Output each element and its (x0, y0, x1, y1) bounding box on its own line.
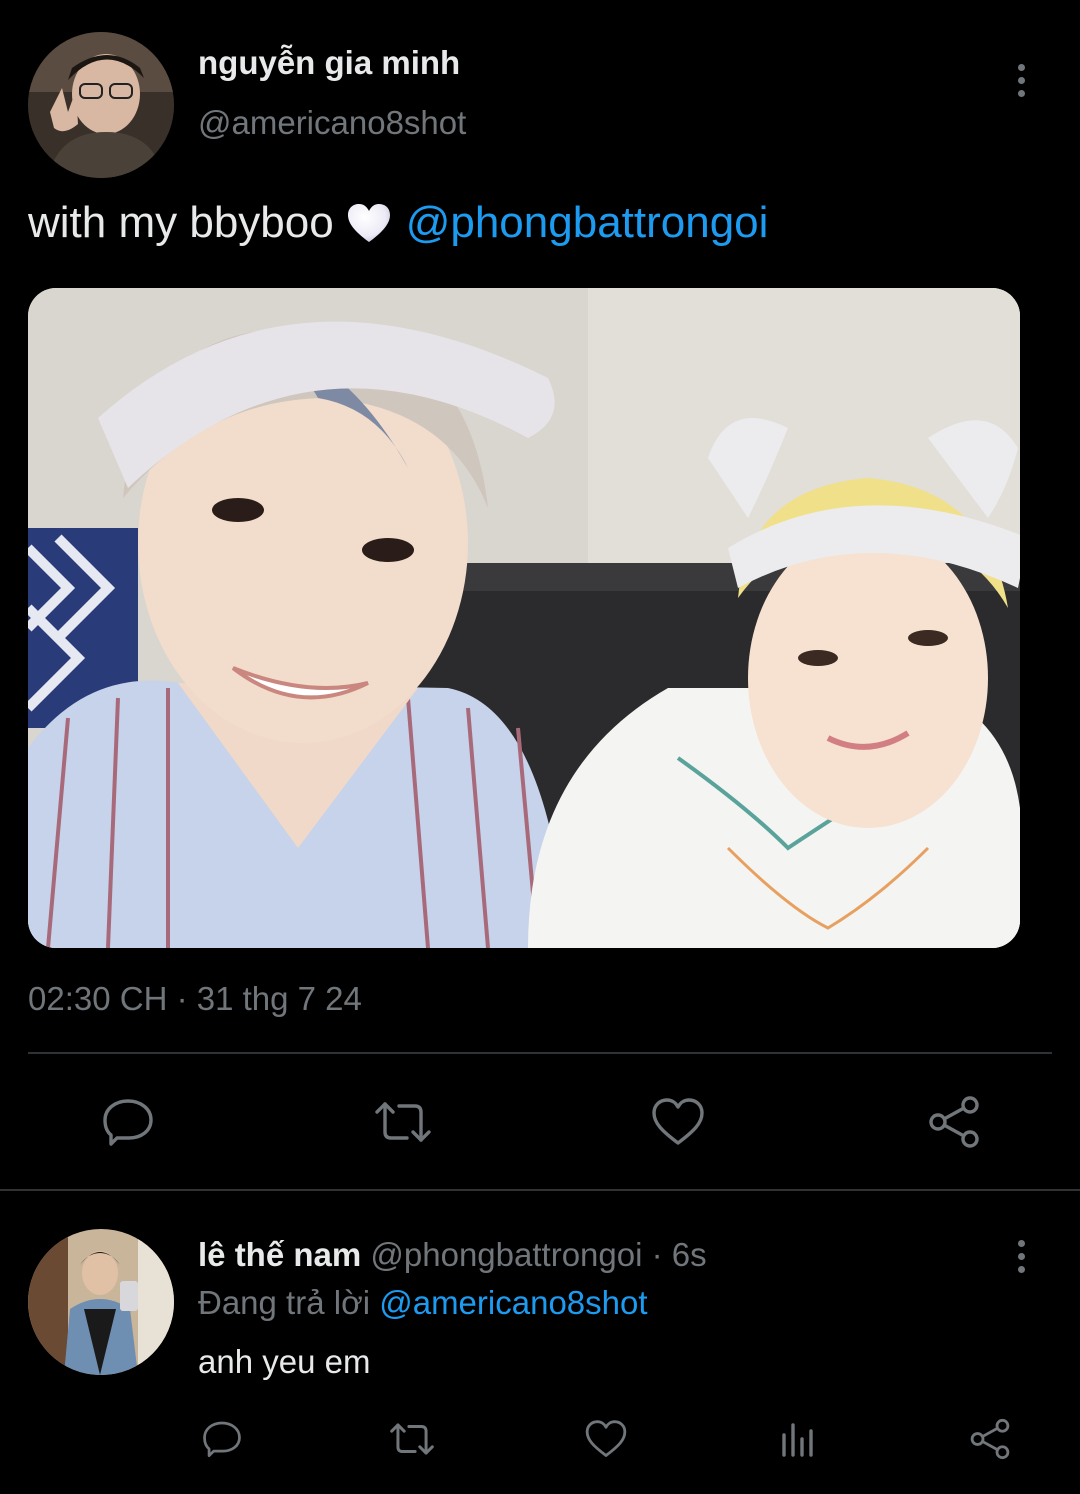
reply-like-button[interactable] (580, 1416, 632, 1462)
section-divider (0, 1189, 1080, 1191)
reply-analytics-button[interactable] (772, 1416, 824, 1462)
tweet-timestamp[interactable]: 02:30 CH · 31 thg 7 24 (28, 980, 362, 1018)
more-dot-icon (1017, 63, 1025, 71)
more-dot-icon (1017, 76, 1025, 84)
share-button[interactable] (922, 1090, 986, 1154)
divider (28, 1052, 1052, 1054)
author-handle[interactable]: @americano8shot (198, 104, 466, 142)
more-dot-icon (1017, 1239, 1025, 1247)
retweet-icon (390, 1423, 434, 1455)
reply-header: lê thế nam @phongbattrongoi · 6s (198, 1236, 707, 1274)
analytics-icon (782, 1423, 813, 1457)
reply-author-name[interactable]: lê thế nam (198, 1236, 361, 1273)
replying-to-mention[interactable]: @americano8shot (379, 1284, 647, 1321)
retweet-button[interactable] (368, 1090, 438, 1154)
more-dot-icon (1017, 1252, 1025, 1260)
like-icon (652, 1098, 704, 1145)
tweet-photo-image (28, 288, 1020, 948)
white-heart-icon (346, 202, 392, 244)
share-icon (929, 1096, 979, 1148)
tweet-photo[interactable] (28, 288, 1020, 948)
tweet-body: with my bbyboo @phongbattrongoi (28, 198, 768, 248)
reply-icon (203, 1421, 241, 1458)
reply-more-options-button[interactable] (1001, 1234, 1041, 1278)
like-button[interactable] (646, 1090, 710, 1154)
reply-text: anh yeu em (198, 1343, 371, 1380)
author-avatar[interactable] (28, 32, 174, 178)
reply-retweet-button[interactable] (384, 1416, 440, 1462)
reply-separator: · (651, 1236, 663, 1273)
reply-author-avatar-image (28, 1229, 174, 1375)
reply-button[interactable] (96, 1090, 160, 1154)
retweet-icon (375, 1102, 431, 1142)
more-dot-icon (1017, 1265, 1025, 1273)
reply-author-avatar[interactable] (28, 1229, 174, 1375)
reply-author-handle[interactable]: @phongbattrongoi (370, 1236, 642, 1273)
share-icon (970, 1418, 1010, 1460)
replying-to-label: Đang trả lời (198, 1284, 371, 1321)
reply-icon (103, 1099, 153, 1146)
author-name[interactable]: nguyễn gia minh (198, 44, 460, 82)
author-avatar-image (28, 32, 174, 178)
reply-time[interactable]: 6s (672, 1236, 707, 1273)
more-options-button[interactable] (1001, 58, 1041, 102)
like-icon (585, 1420, 627, 1457)
replying-to: Đang trả lời @americano8shot (198, 1284, 648, 1322)
reply-reply-button[interactable] (196, 1416, 248, 1462)
more-dot-icon (1017, 89, 1025, 97)
reply-share-button[interactable] (964, 1416, 1016, 1462)
tweet-mention-link[interactable]: @phongbattrongoi (406, 198, 769, 248)
tweet-text: with my bbyboo (28, 198, 334, 247)
